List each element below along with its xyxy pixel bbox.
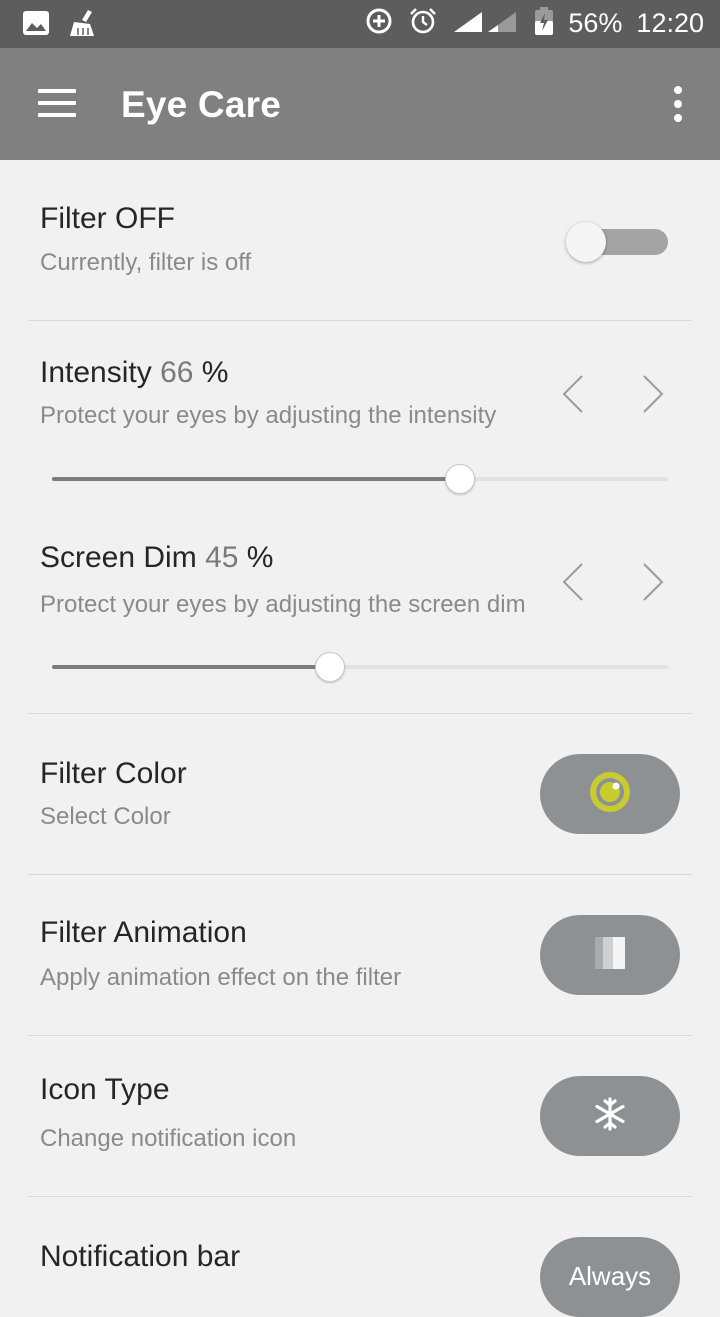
intensity-slider[interactable] [52,462,668,496]
screen-dim-subtitle: Protect your eyes by adjusting the scree… [40,591,526,618]
battery-percent: 56% [568,8,623,38]
clock-time: 12:20 [636,8,704,38]
animation-fade-icon [593,935,627,976]
icon-type-subtitle: Change notification icon [40,1125,297,1152]
intensity-increase-chevron-right-icon[interactable] [638,372,668,416]
intensity-slider-fill [52,477,459,481]
divider [28,713,692,714]
screen-dim-slider-fill [52,665,329,669]
filter-animation-subtitle: Apply animation effect on the filter [40,964,402,991]
notification-bar-button-label: Always [568,1261,652,1291]
app-title: Eye Care [121,84,281,125]
more-options-icon[interactable] [674,86,684,122]
filter-switch[interactable] [566,222,668,262]
screen-dim-label: Screen Dim [40,541,197,574]
screen-dim-title: Screen Dim 45 % [40,541,273,575]
screen-dim-value: 45 [205,541,239,574]
intensity-unit: % [201,356,229,389]
screen-dim-increase-chevron-right-icon[interactable] [638,560,668,604]
notification-bar-button[interactable]: Always [540,1237,680,1317]
screen-dim-slider-thumb[interactable] [315,652,345,682]
battery-charging-icon [534,6,554,41]
intensity-label: Intensity [40,356,152,389]
status-bar: 56% 12:20 [0,0,720,48]
divider [28,1035,692,1036]
filter-color-button[interactable] [540,754,680,834]
divider [28,1196,692,1197]
hamburger-menu-icon[interactable] [38,89,76,119]
color-swatch-icon [587,769,633,820]
screen-dim-slider[interactable] [52,650,668,684]
screen-dim-decrease-chevron-left-icon[interactable] [558,560,588,604]
intensity-subtitle: Protect your eyes by adjusting the inten… [40,402,497,429]
filter-subtitle: Currently, filter is off [40,249,252,276]
data-saver-icon [364,6,394,41]
alarm-icon [408,6,438,41]
settings-list: Filter OFF Currently, filter is off Inte… [0,160,720,1317]
filter-color-title: Filter Color [40,757,187,790]
image-notification-icon [22,10,50,41]
screen-dim-unit: % [246,541,274,574]
intensity-title: Intensity 66 % [40,356,228,390]
filter-animation-title: Filter Animation [40,916,247,949]
snowflake-icon [592,1096,628,1137]
intensity-slider-thumb[interactable] [445,464,475,494]
notification-bar-title: Notification bar [40,1240,241,1273]
divider [28,874,692,875]
intensity-value: 66 [160,356,194,389]
app-bar: Eye Care [0,48,720,160]
divider [28,320,692,321]
intensity-decrease-chevron-left-icon[interactable] [558,372,588,416]
icon-type-button[interactable] [540,1076,680,1156]
icon-type-title: Icon Type [40,1073,170,1106]
signal-icon [452,8,520,39]
cleaner-broom-icon [68,8,98,43]
filter-title: Filter OFF [40,202,175,235]
filter-color-subtitle: Select Color [40,803,171,830]
filter-animation-button[interactable] [540,915,680,995]
